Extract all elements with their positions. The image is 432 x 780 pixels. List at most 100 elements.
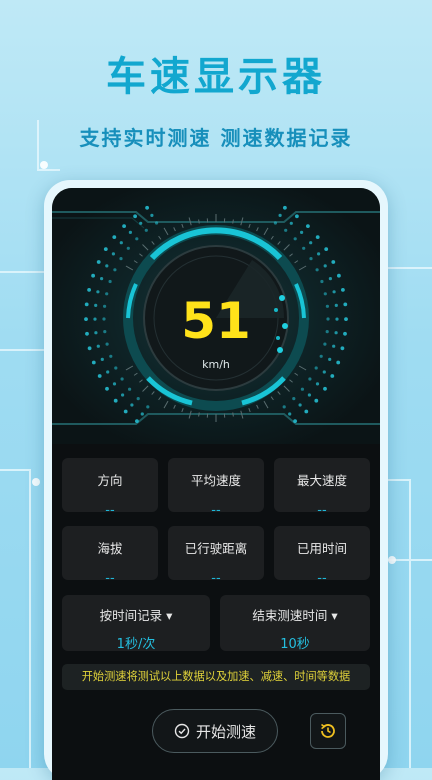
gauge-dot — [141, 412, 144, 415]
end-time-selector[interactable]: 结束测速时间 ▾ 10秒 — [220, 595, 370, 651]
gauge-tick — [139, 254, 142, 257]
gauge-dot — [324, 264, 327, 267]
stat-card-elapsed-time: 已用时间 -- — [274, 526, 370, 580]
record-mode-label: 按时间记录 ▾ — [62, 605, 210, 624]
gauge-tick — [299, 266, 306, 270]
gauge-dot — [135, 237, 138, 240]
gauge-dot — [283, 206, 287, 210]
gauge-tick — [164, 401, 168, 408]
gauge-dot — [109, 280, 112, 283]
gauge-tick — [284, 386, 290, 392]
gauge-dot — [124, 410, 128, 414]
gauge-tick — [199, 413, 200, 417]
gauge-dot — [119, 257, 122, 260]
gauge-dot — [292, 397, 295, 400]
stat-value: -- — [274, 503, 370, 518]
stat-value: -- — [62, 571, 158, 586]
gauge-tick — [139, 380, 142, 383]
gauge-dot — [97, 260, 101, 264]
stat-card-avg-speed: 平均速度 -- — [168, 458, 264, 512]
gauge-dot — [129, 231, 132, 234]
gauge-dot — [320, 280, 323, 283]
promo-title: 车速显示器 — [0, 44, 432, 102]
gauge-dot — [317, 252, 320, 255]
gauge-dot — [308, 393, 311, 396]
speed-value: 51 — [52, 296, 380, 346]
gauge-dot — [91, 274, 95, 278]
gauge-tick — [290, 254, 293, 257]
record-mode-selector[interactable]: 按时间记录 ▾ 1秒/次 — [62, 595, 210, 651]
gauge-dot — [294, 237, 297, 240]
gauge-dot — [145, 229, 148, 232]
gauge-tick — [174, 405, 176, 409]
stat-value: -- — [274, 571, 370, 586]
gauge-dot — [105, 387, 109, 391]
start-measure-button[interactable]: 开始测速 — [152, 709, 278, 753]
gauge-tick — [152, 392, 155, 395]
check-circle-icon — [174, 723, 190, 739]
gauge-dot — [100, 277, 103, 280]
start-measure-label: 开始测速 — [196, 721, 256, 742]
gauge-dot — [333, 290, 336, 293]
gauge-tick — [290, 380, 293, 383]
gauge-dot — [293, 419, 297, 423]
gauge-dot — [329, 277, 332, 280]
gauge-tick — [233, 220, 234, 224]
gauge-dot — [133, 214, 137, 218]
gauge-tick — [134, 373, 137, 375]
gauge-tick — [126, 266, 133, 270]
gauge-dot — [306, 224, 310, 228]
stat-label: 已行驶距离 — [168, 538, 264, 557]
stat-label: 已用时间 — [274, 538, 370, 557]
stat-label: 海拔 — [62, 538, 158, 557]
speed-unit: km/h — [52, 358, 380, 371]
gauge-dot — [112, 235, 116, 239]
history-button[interactable] — [310, 713, 346, 749]
gauge-dot — [304, 410, 308, 414]
gauge-tick — [159, 236, 161, 239]
gauge-tick — [174, 227, 176, 231]
gauge-dot — [341, 288, 345, 292]
stat-label: 最大速度 — [274, 470, 370, 489]
gauge-tick — [159, 397, 161, 400]
gauge-dot — [122, 224, 126, 228]
gauge-dot — [308, 377, 311, 380]
gauge-dot — [300, 231, 303, 234]
gauge-dot — [274, 221, 277, 224]
gauge-dot — [104, 247, 108, 251]
stat-value: -- — [168, 503, 264, 518]
gauge-dot — [288, 412, 291, 415]
gauge-dot — [121, 393, 124, 396]
gauge-dot — [96, 290, 99, 293]
gauge-dot — [324, 292, 327, 295]
gauge-tick — [249, 408, 250, 412]
gauge-tick — [264, 401, 268, 408]
gauge-dot — [302, 247, 305, 250]
gauge-dot — [112, 252, 115, 255]
gauge-tick — [164, 228, 168, 235]
gauge-tick — [284, 245, 290, 251]
gauge-dot — [139, 222, 142, 225]
gauge-tick — [271, 236, 273, 239]
gauge-tick — [199, 220, 200, 224]
stat-value: -- — [168, 571, 264, 586]
promo-subtitle: 支持实时测速 测速数据记录 — [0, 122, 432, 151]
history-icon — [318, 721, 338, 741]
gauge-tick — [233, 413, 234, 417]
gauge-tick — [182, 224, 183, 228]
gauge-tick — [257, 227, 259, 231]
gauge-dot — [105, 264, 108, 267]
stat-label: 方向 — [62, 470, 158, 489]
gauge-dot — [113, 268, 116, 271]
gauge-tick — [278, 241, 281, 244]
gauge-dot — [135, 419, 139, 423]
gauge-dot — [98, 374, 102, 378]
gauge-dot — [316, 382, 319, 385]
tip-banner: 开始测速将测试以上数据以及加速、减速、时间等数据 — [62, 664, 370, 690]
gauge-tick — [264, 228, 268, 235]
gauge-dot — [146, 405, 149, 408]
gauge-dot — [150, 214, 153, 217]
end-time-label: 结束测速时间 ▾ — [220, 605, 370, 624]
gauge-dot — [283, 405, 286, 408]
gauge-dot — [301, 388, 304, 391]
